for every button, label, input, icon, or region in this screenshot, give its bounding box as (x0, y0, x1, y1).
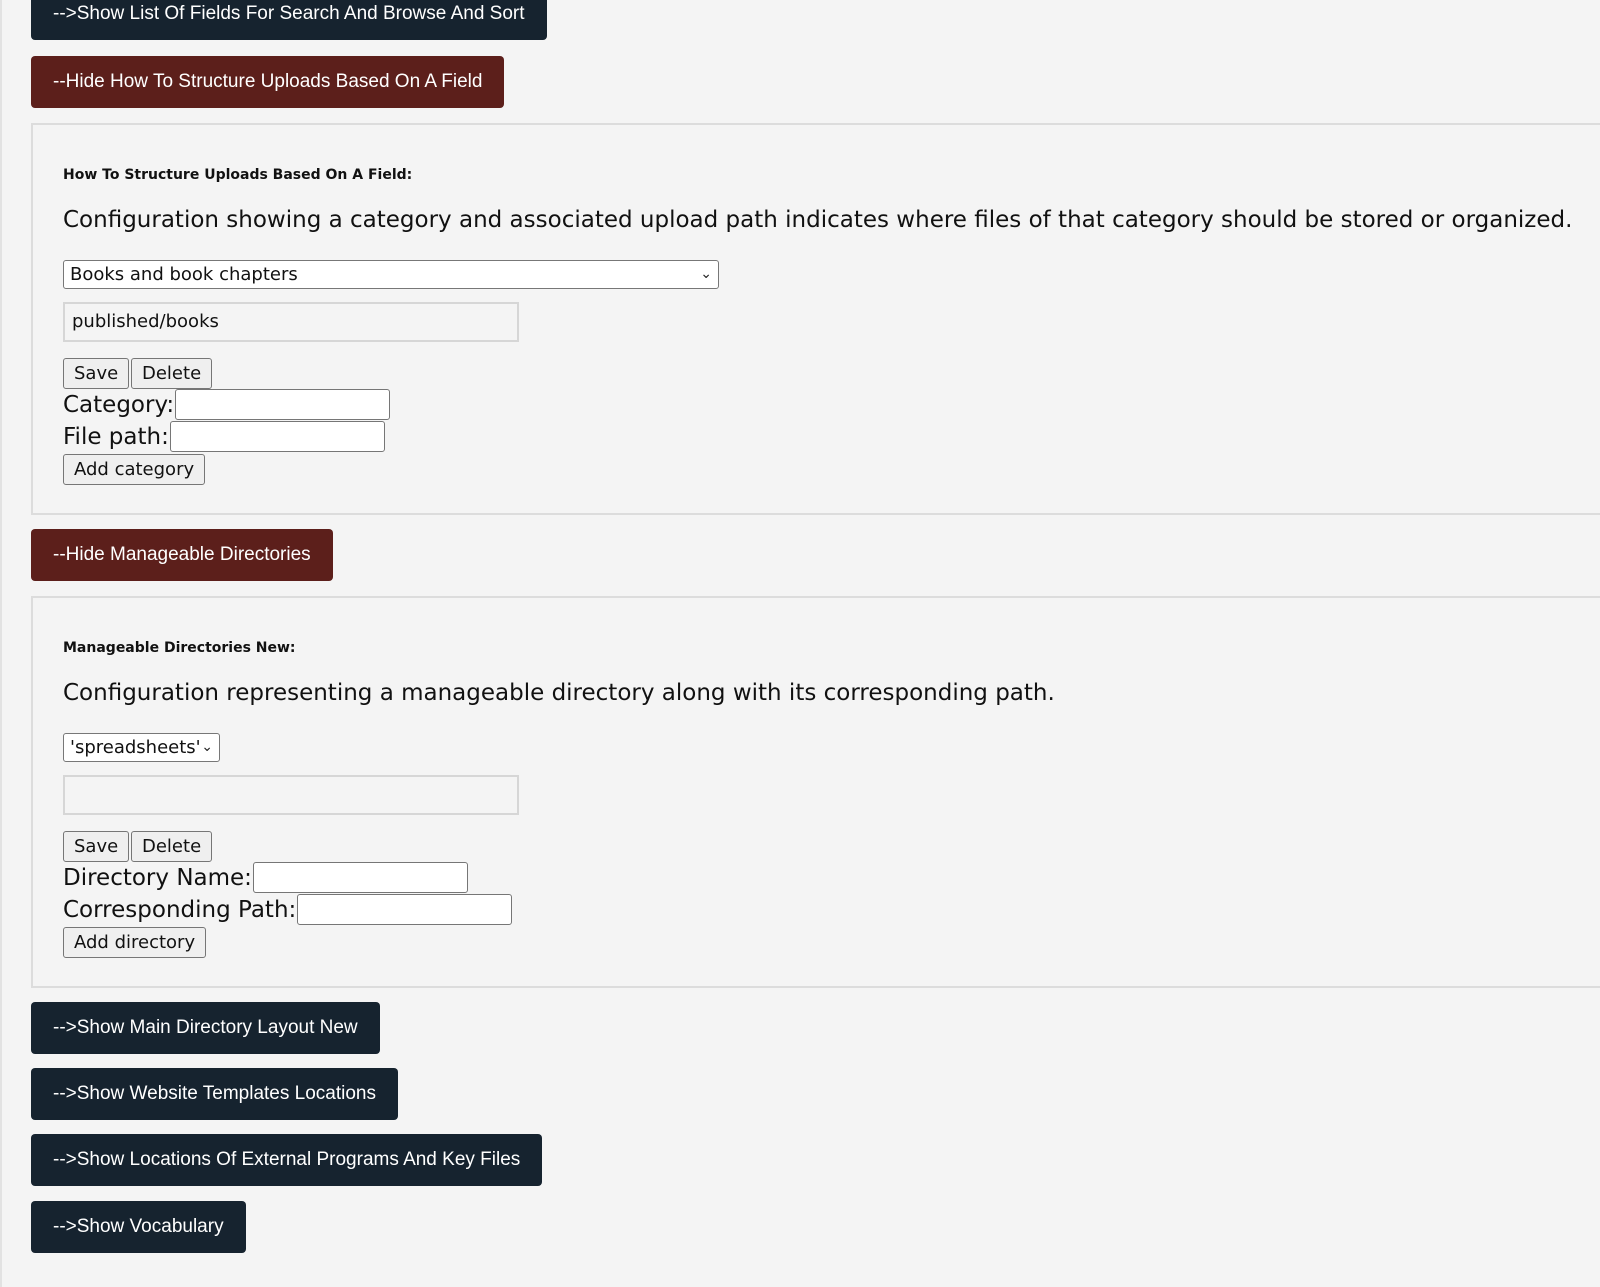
upload-structure-panel: How To Structure Uploads Based On A Fiel… (31, 123, 1600, 515)
corresponding-path-row: Corresponding Path: (63, 894, 513, 925)
category-select-value: Books and book chapters (70, 264, 298, 285)
hide-manageable-directories-button[interactable]: --Hide Manageable Directories (31, 529, 333, 581)
file-path-label: File path: (63, 423, 169, 450)
directory-name-row: Directory Name: (63, 862, 468, 893)
delete-button[interactable]: Delete (131, 831, 213, 862)
category-row: Category: (63, 389, 391, 420)
page-left-border (0, 0, 2, 1287)
panel-description: Configuration representing a manageable … (63, 680, 1055, 706)
manageable-directories-panel: Manageable Directories New: Configuratio… (31, 596, 1600, 988)
show-fields-search-browse-sort-button[interactable]: -->Show List Of Fields For Search And Br… (31, 0, 547, 40)
corresponding-path-input[interactable] (297, 894, 513, 925)
chevron-down-icon: ⌄ (201, 739, 213, 755)
file-path-input[interactable] (169, 421, 385, 452)
directory-select[interactable]: 'spreadsheets' ⌄ (63, 733, 220, 762)
file-path-row: File path: (63, 421, 385, 452)
corresponding-path-label: Corresponding Path: (63, 896, 297, 923)
directory-select-value: 'spreadsheets' (70, 737, 201, 758)
directory-path-field[interactable] (63, 775, 519, 815)
hide-upload-structure-button[interactable]: --Hide How To Structure Uploads Based On… (31, 56, 505, 108)
show-main-directory-layout-button[interactable]: -->Show Main Directory Layout New (31, 1002, 380, 1054)
show-vocabulary-button[interactable]: -->Show Vocabulary (31, 1201, 246, 1253)
delete-button[interactable]: Delete (131, 358, 213, 389)
category-select[interactable]: Books and book chapters ⌄ (63, 260, 719, 289)
add-category-button[interactable]: Add category (63, 454, 206, 485)
category-label: Category: (63, 391, 175, 418)
chevron-down-icon: ⌄ (700, 266, 712, 282)
save-button[interactable]: Save (63, 831, 130, 862)
category-input[interactable] (175, 389, 391, 420)
add-directory-button[interactable]: Add directory (63, 927, 207, 958)
directory-name-label: Directory Name: (63, 864, 252, 891)
panel-description: Configuration showing a category and ass… (63, 207, 1573, 233)
directory-name-input[interactable] (252, 862, 468, 893)
save-button[interactable]: Save (63, 358, 130, 389)
show-website-templates-button[interactable]: -->Show Website Templates Locations (31, 1068, 398, 1120)
upload-path-field[interactable]: published/books (63, 302, 519, 342)
panel-title: How To Structure Uploads Based On A Fiel… (63, 167, 413, 183)
panel-title: Manageable Directories New: (63, 640, 296, 656)
show-external-programs-button[interactable]: -->Show Locations Of External Programs A… (31, 1134, 543, 1186)
